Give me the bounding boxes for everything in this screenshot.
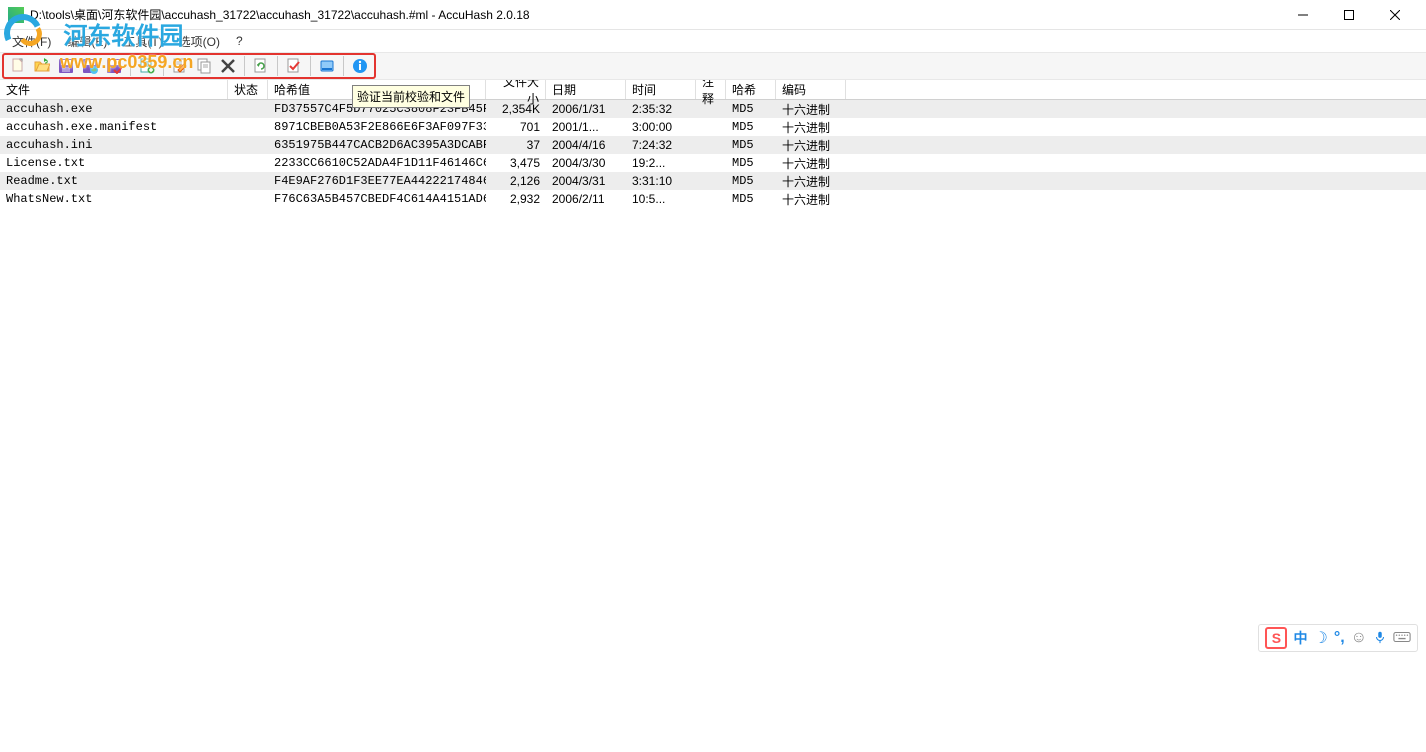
cell-size: 701 xyxy=(486,120,546,134)
cell-hashtype: MD5 xyxy=(726,102,776,116)
table-body: accuhash.exeFD37557C4F5D77025C3808F23FB4… xyxy=(0,100,1426,208)
tooltip: 验证当前校验和文件 xyxy=(352,85,470,108)
cell-date: 2006/1/31 xyxy=(546,102,626,116)
toolbar-separator xyxy=(343,56,344,76)
cell-hash: F4E9AF276D1F3EE77EA44222174846E8 xyxy=(268,174,486,188)
cell-encoding: 十六进制 xyxy=(776,119,846,136)
table-row[interactable]: accuhash.exe.manifest 8971CBEB0A53F2E866E… xyxy=(0,118,1426,136)
cell-date: 2004/3/30 xyxy=(546,156,626,170)
cell-date: 2006/2/11 xyxy=(546,192,626,206)
save-check-button[interactable] xyxy=(102,55,126,77)
cell-date: 2004/3/31 xyxy=(546,174,626,188)
new-file-button[interactable] xyxy=(6,55,30,77)
menu-bar: 文件(F) 编辑(E) 工具(T) 选项(O) ? xyxy=(0,30,1426,52)
title-bar: D:\tools\桌面\河东软件园\accuhash_31722\accuhas… xyxy=(0,0,1426,30)
cell-time: 3:31:10 xyxy=(626,174,696,188)
cell-encoding: 十六进制 xyxy=(776,191,846,208)
cell-size: 2,354K xyxy=(486,102,546,116)
col-size[interactable]: 文件大小 xyxy=(486,80,546,99)
cell-file: Readme.txt xyxy=(0,174,228,188)
cell-hash: 2233CC6610C52ADA4F1D11F46146C6BE xyxy=(268,156,486,170)
cell-hashtype: MD5 xyxy=(726,192,776,206)
cell-encoding: 十六进制 xyxy=(776,173,846,190)
verify-button[interactable] xyxy=(282,55,306,77)
col-time[interactable]: 时间 xyxy=(626,80,696,99)
minimize-button[interactable] xyxy=(1280,0,1326,30)
table-row[interactable]: WhatsNew.txt F76C63A5B457CBEDF4C614A4151A… xyxy=(0,190,1426,208)
ime-punct-icon[interactable]: °, xyxy=(1334,629,1345,647)
toolbar-separator xyxy=(244,56,245,76)
edit-button[interactable] xyxy=(168,55,192,77)
toolbar-highlight-box xyxy=(2,53,376,79)
cell-size: 3,475 xyxy=(486,156,546,170)
window-title: D:\tools\桌面\河东软件园\accuhash_31722\accuhas… xyxy=(30,6,1280,23)
table-row[interactable]: License.txt 2233CC6610C52ADA4F1D11F46146C… xyxy=(0,154,1426,172)
toolbar-separator xyxy=(277,56,278,76)
table-header: 文件 状态 哈希值 文件大小 日期 时间 注释 哈希 编码 xyxy=(0,80,1426,100)
maximize-button[interactable] xyxy=(1326,0,1372,30)
menu-edit[interactable]: 编辑(E) xyxy=(61,31,113,52)
table-row[interactable]: accuhash.ini 6351975B447CACB2D6AC395A3DCA… xyxy=(0,136,1426,154)
col-date[interactable]: 日期 xyxy=(546,80,626,99)
cell-hashtype: MD5 xyxy=(726,120,776,134)
cell-date: 2001/1... xyxy=(546,120,626,134)
app-icon xyxy=(8,7,24,23)
toolbar-separator xyxy=(163,56,164,76)
col-comment[interactable]: 注释 xyxy=(696,80,726,99)
cell-time: 19:2... xyxy=(626,156,696,170)
menu-help[interactable]: ? xyxy=(230,32,249,50)
cell-time: 2:35:32 xyxy=(626,102,696,116)
ime-mic-icon[interactable] xyxy=(1373,630,1387,647)
menu-options[interactable]: 选项(O) xyxy=(173,31,226,52)
toolbar xyxy=(0,52,1426,80)
menu-tools[interactable]: 工具(T) xyxy=(117,31,168,52)
open-button[interactable] xyxy=(30,55,54,77)
cell-time: 7:24:32 xyxy=(626,138,696,152)
cell-encoding: 十六进制 xyxy=(776,137,846,154)
cell-encoding: 十六进制 xyxy=(776,101,846,118)
close-button[interactable] xyxy=(1372,0,1418,30)
ime-lang-indicator[interactable]: 中 xyxy=(1293,628,1307,648)
cell-size: 2,126 xyxy=(486,174,546,188)
add-sheet-button[interactable] xyxy=(135,55,159,77)
cell-file: accuhash.ini xyxy=(0,138,228,152)
toolbar-separator xyxy=(130,56,131,76)
cell-time: 10:5... xyxy=(626,192,696,206)
cell-file: WhatsNew.txt xyxy=(0,192,228,206)
file-table: 文件 状态 哈希值 文件大小 日期 时间 注释 哈希 编码 accuhash.e… xyxy=(0,80,1426,752)
ime-moon-icon[interactable]: ☽ xyxy=(1313,628,1327,648)
col-file[interactable]: 文件 xyxy=(0,80,228,99)
col-status[interactable]: 状态 xyxy=(228,80,268,99)
disk-button[interactable] xyxy=(315,55,339,77)
cell-hash: 8971CBEB0A53F2E866E6F3AF097F3344 xyxy=(268,120,486,134)
col-hashtype[interactable]: 哈希 xyxy=(726,80,776,99)
cell-file: accuhash.exe.manifest xyxy=(0,120,228,134)
ime-keyboard-icon[interactable] xyxy=(1393,630,1411,647)
cell-encoding: 十六进制 xyxy=(776,155,846,172)
info-button[interactable] xyxy=(348,55,372,77)
cell-hashtype: MD5 xyxy=(726,174,776,188)
save-button[interactable] xyxy=(54,55,78,77)
cell-date: 2004/4/16 xyxy=(546,138,626,152)
copy-button[interactable] xyxy=(192,55,216,77)
refresh-button[interactable] xyxy=(249,55,273,77)
delete-button[interactable] xyxy=(216,55,240,77)
cell-hashtype: MD5 xyxy=(726,138,776,152)
table-row[interactable]: Readme.txt F4E9AF276D1F3EE77EA44222174846… xyxy=(0,172,1426,190)
col-encoding[interactable]: 编码 xyxy=(776,80,846,99)
toolbar-separator xyxy=(310,56,311,76)
ime-toolbar[interactable]: S 中 ☽ °, ☺ xyxy=(1258,624,1418,652)
save-world-button[interactable] xyxy=(78,55,102,77)
cell-hash: F76C63A5B457CBEDF4C614A4151AD67A xyxy=(268,192,486,206)
cell-size: 37 xyxy=(486,138,546,152)
cell-hash: 6351975B447CACB2D6AC395A3DCABF34 xyxy=(268,138,486,152)
menu-file[interactable]: 文件(F) xyxy=(6,31,57,52)
cell-file: accuhash.exe xyxy=(0,102,228,116)
ime-sogou-icon[interactable]: S xyxy=(1265,627,1287,649)
cell-hashtype: MD5 xyxy=(726,156,776,170)
ime-emoji-icon[interactable]: ☺ xyxy=(1351,629,1367,647)
cell-time: 3:00:00 xyxy=(626,120,696,134)
cell-file: License.txt xyxy=(0,156,228,170)
cell-size: 2,932 xyxy=(486,192,546,206)
